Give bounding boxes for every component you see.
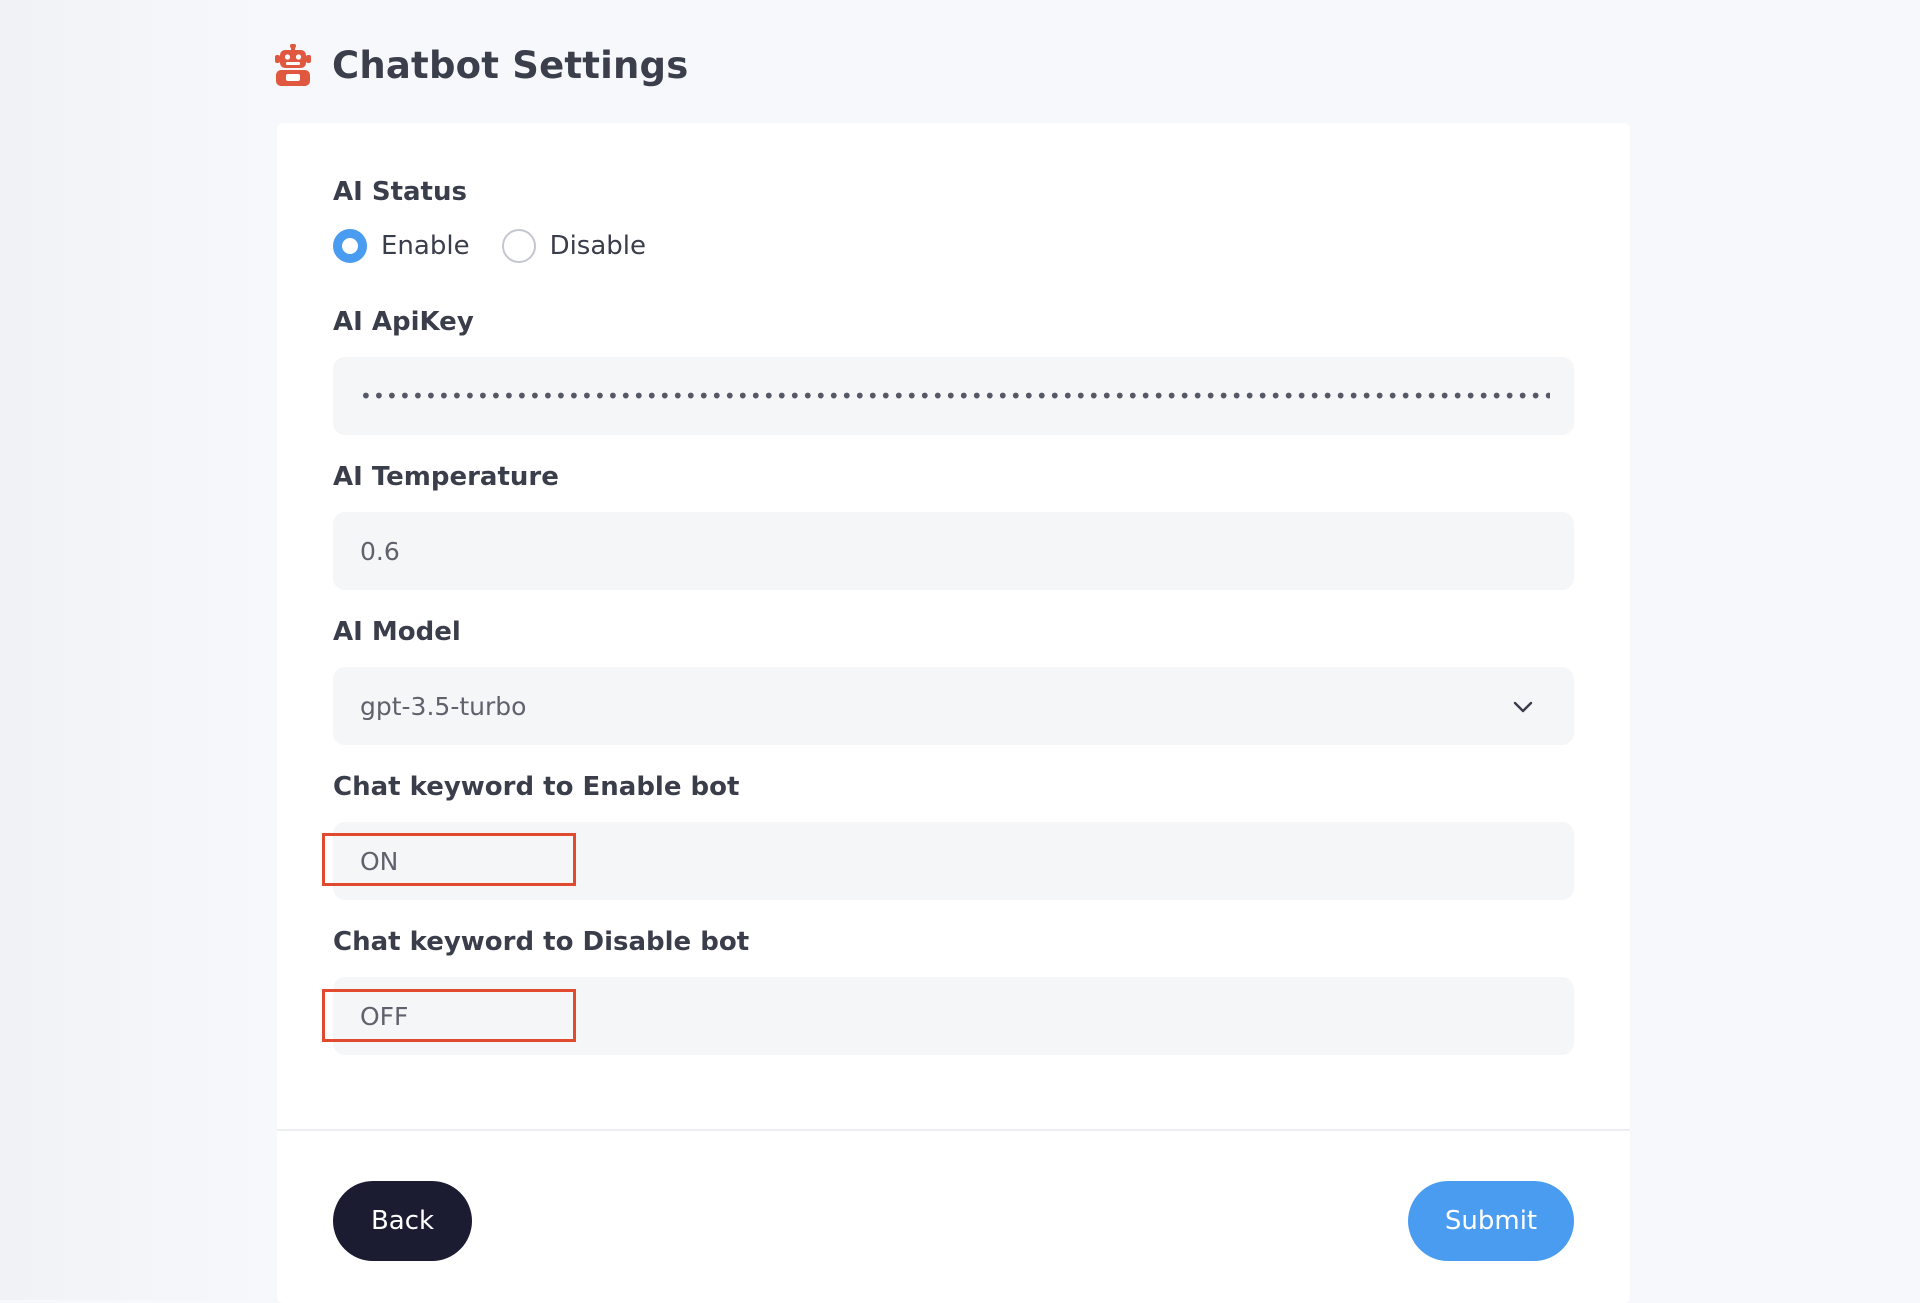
left-background: [0, 0, 275, 1300]
radio-enable[interactable]: Enable: [333, 229, 470, 263]
api-key-value: ••••••••••••••••••••••••••••••••••••••••…: [360, 384, 1550, 408]
enable-keyword-label: Chat keyword to Enable bot: [333, 772, 740, 802]
ai-status-label: AI Status: [333, 177, 467, 207]
page-title: Chatbot Settings: [332, 43, 689, 87]
radio-enable-circle[interactable]: [333, 229, 367, 263]
disable-keyword-highlight: [322, 989, 576, 1042]
temperature-input[interactable]: 0.6: [333, 512, 1574, 590]
page-header: Chatbot Settings: [274, 40, 688, 90]
back-button[interactable]: Back: [333, 1181, 472, 1261]
submit-button[interactable]: Submit: [1408, 1181, 1574, 1261]
card-divider: [277, 1129, 1630, 1131]
api-key-label: AI ApiKey: [333, 307, 474, 337]
temperature-value: 0.6: [360, 536, 400, 566]
temperature-label: AI Temperature: [333, 462, 559, 492]
model-label: AI Model: [333, 617, 461, 647]
chevron-down-icon[interactable]: [1512, 695, 1534, 717]
model-select[interactable]: gpt-3.5-turbo: [333, 667, 1574, 745]
radio-disable-label: Disable: [549, 231, 647, 261]
model-selected-value: gpt-3.5-turbo: [360, 691, 527, 721]
radio-disable[interactable]: Disable: [501, 229, 647, 263]
api-key-input[interactable]: ••••••••••••••••••••••••••••••••••••••••…: [333, 357, 1574, 435]
enable-keyword-highlight: [322, 833, 576, 886]
ai-status-radio-group: Enable Disable: [333, 227, 678, 265]
radio-disable-circle[interactable]: [501, 229, 536, 263]
robot-icon: [274, 43, 312, 86]
disable-keyword-label: Chat keyword to Disable bot: [333, 927, 750, 957]
radio-enable-label: Enable: [381, 231, 470, 261]
